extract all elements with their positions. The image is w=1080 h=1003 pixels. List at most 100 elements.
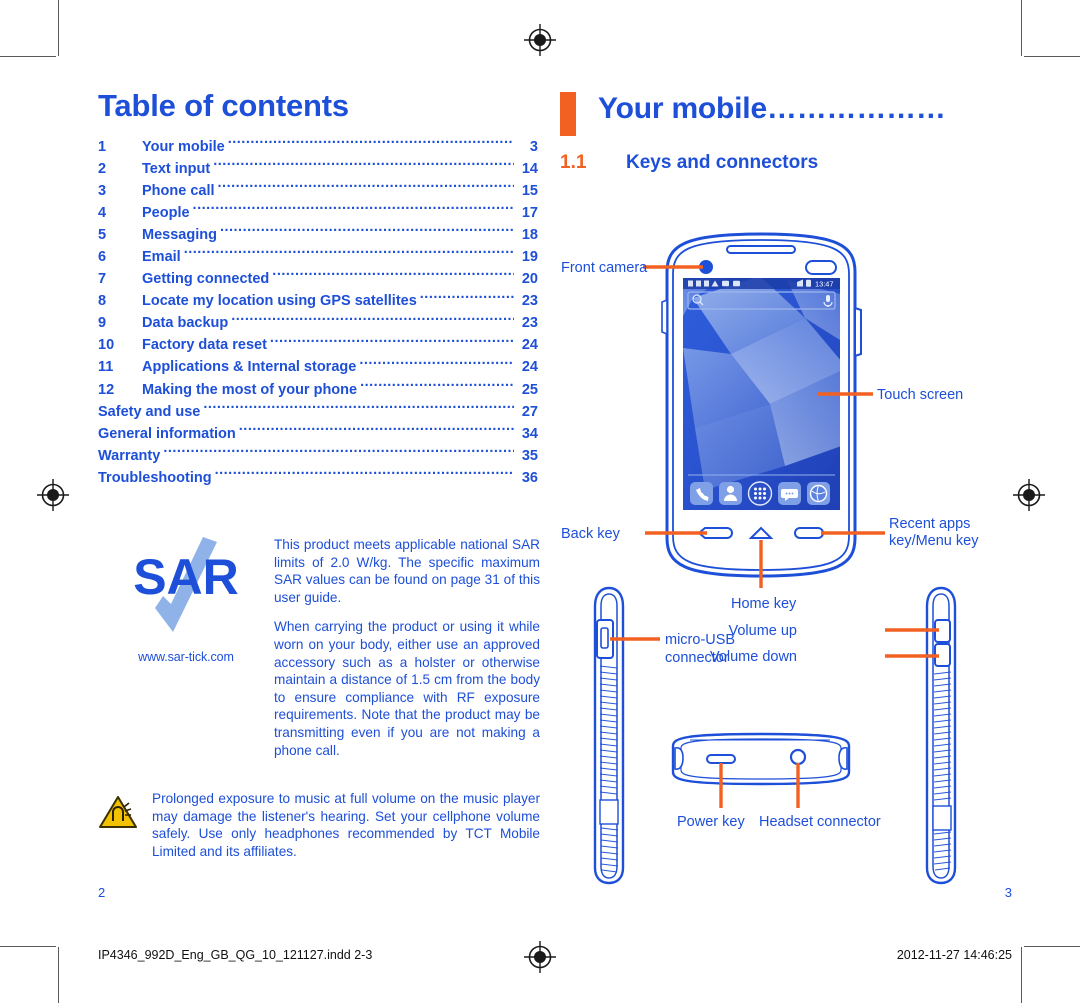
- toc-entry-page: 34: [521, 425, 538, 442]
- toc-entry-page: 3: [529, 138, 538, 155]
- toc-leader-dots: [220, 224, 514, 239]
- hearing-warning-icon: [98, 790, 142, 860]
- toc-entry[interactable]: 4 People 17: [98, 202, 538, 224]
- toc-entry-number: 3: [98, 182, 107, 199]
- callout-volume-down: Volume down: [710, 649, 797, 665]
- toc-entry-number: 4: [98, 204, 107, 221]
- section-heading: 1.1 Keys and connectors: [560, 152, 1012, 174]
- toc-leader-dots: [218, 180, 514, 195]
- toc-entry-label: Messaging: [142, 226, 217, 243]
- toc-entry[interactable]: 7 Getting connected 20: [98, 269, 538, 291]
- toc-entry[interactable]: 5 Messaging 18: [98, 224, 538, 246]
- toc-entry-number: 5: [98, 226, 107, 243]
- section-number: 1.1: [560, 152, 587, 173]
- toc-entry-label: Factory data reset: [142, 337, 267, 354]
- indesign-file-name: IP4346_992D_Eng_GB_QG_10_121127.indd 2-3: [98, 948, 373, 962]
- toc-entry-label: Your mobile: [142, 138, 225, 155]
- toc-entry[interactable]: 12 Making the most of your phone 25: [98, 379, 538, 401]
- phone-keys-connectors-diagram: 13:47 Front camera Touch screen Back key…: [555, 228, 1025, 888]
- toc-entry[interactable]: Warranty 35: [98, 445, 538, 467]
- toc-entry-page: 23: [521, 293, 538, 310]
- toc-entry-number: 7: [98, 271, 107, 288]
- toc-entry-page: 35: [521, 447, 538, 464]
- toc-entry-label: Text input: [142, 160, 211, 177]
- page-number-left: 2: [98, 885, 106, 900]
- toc-entry-page: 25: [521, 381, 538, 398]
- toc-entry-label: Warranty: [98, 447, 161, 464]
- chapter-number-bar: [560, 92, 576, 136]
- toc-entry-label: Making the most of your phone: [142, 381, 358, 398]
- recent-apps-key-icon: [794, 527, 824, 539]
- toc-leader-dots: [213, 158, 514, 173]
- toc-entry[interactable]: 8 Locate my location using GPS satellites…: [98, 291, 538, 313]
- toc-entry-number: 11: [98, 359, 114, 376]
- sar-url: www.sar-tick.com: [138, 650, 234, 664]
- proximity-sensor: [805, 260, 837, 275]
- toc-entry[interactable]: 10 Factory data reset 24: [98, 335, 538, 357]
- page-number-right: 3: [1004, 885, 1012, 900]
- toc-entry[interactable]: 2 Text input 14: [98, 158, 538, 180]
- toc-entry-label: Safety and use: [98, 403, 201, 420]
- callout-micro-usb-1: micro-USB: [665, 632, 735, 648]
- toc-entry[interactable]: 9 Data backup 23: [98, 313, 538, 335]
- page-title: Table of contents: [98, 88, 349, 123]
- crop-mark-bottom-right-h: [1024, 946, 1080, 947]
- toc-entry-page: 19: [521, 248, 538, 265]
- toc-entry[interactable]: General information 34: [98, 423, 538, 445]
- crop-mark-bottom-left-h: [0, 946, 56, 947]
- toc-entry[interactable]: 6 Email 19: [98, 246, 538, 268]
- printed-page-spread: Table of contents 1 Your mobile 3 2 Text inp…: [0, 0, 1080, 1003]
- toc-entry[interactable]: 3 Phone call 15: [98, 180, 538, 202]
- phone-left-side-view: [593, 586, 625, 885]
- crop-mark-bottom-right-v: [1021, 947, 1022, 1003]
- toc-entry-label: Applications & Internal storage: [142, 359, 357, 376]
- toc-entry[interactable]: 11 Applications & Internal storage 24: [98, 357, 538, 379]
- crop-mark-top-left-h: [0, 56, 56, 57]
- toc-entry-label: Phone call: [142, 182, 215, 199]
- toc-entry-label: General information: [98, 425, 236, 442]
- callout-headset: Headset connector: [759, 814, 881, 830]
- toc-entry-page: 27: [521, 403, 538, 420]
- toc-entry-label: Data backup: [142, 315, 229, 332]
- sar-information-block: SAR www.sar-tick.com This product meets …: [98, 532, 540, 759]
- toc-entry-label: Getting connected: [142, 271, 270, 288]
- toc-entry-number: 9: [98, 315, 107, 332]
- callout-home-key: Home key: [731, 596, 797, 612]
- toc-leader-dots: [163, 445, 514, 460]
- toc-entry-page: 24: [521, 359, 538, 376]
- toc-entry[interactable]: Troubleshooting 36: [98, 467, 538, 489]
- callout-back-key: Back key: [561, 526, 621, 542]
- contacts-icon: [719, 482, 742, 505]
- hearing-warning-text: Prolonged exposure to music at full volu…: [152, 791, 540, 859]
- toc-entry-number: 1: [98, 138, 107, 155]
- print-timestamp: 2012-11-27 14:46:25: [896, 948, 1012, 962]
- toc-entry[interactable]: Safety and use 27: [98, 401, 538, 423]
- callout-recent-apps-2: key/Menu key: [889, 533, 979, 549]
- chapter-title: Your mobile………………: [598, 92, 946, 125]
- crop-mark-top-right-h: [1024, 56, 1080, 57]
- callout-recent-apps-1: Recent apps: [889, 516, 970, 532]
- callout-front-camera: Front camera: [561, 260, 648, 276]
- toc-leader-dots: [270, 335, 514, 350]
- toc-leader-dots: [184, 246, 514, 261]
- sar-paragraph-2: When carrying the product or using it wh…: [274, 619, 540, 758]
- section-title: Keys and connectors: [626, 152, 819, 173]
- registration-mark-left: [36, 478, 70, 512]
- toc-entry-page: 15: [521, 182, 538, 199]
- toc-leader-dots: [193, 202, 514, 217]
- callout-power-key: Power key: [677, 814, 745, 830]
- sar-logo-text: SAR: [133, 549, 239, 605]
- crop-mark-top-right-v: [1021, 0, 1022, 56]
- toc-entry[interactable]: 1 Your mobile 3: [98, 136, 538, 158]
- toc-entry-label: Email: [142, 248, 181, 265]
- toc-entry-label: People: [142, 204, 190, 221]
- toc-leader-dots: [420, 291, 514, 306]
- toc-entry-page: 36: [521, 469, 538, 486]
- sar-tick-logo: SAR: [111, 534, 261, 642]
- right-page-content: Your mobile……………… 1.1 Keys and connector…: [560, 88, 1012, 178]
- toc-entry-label: Locate my location using GPS satellites: [142, 293, 417, 310]
- toc-leader-dots: [359, 357, 514, 372]
- toc-entry-number: 10: [98, 337, 115, 354]
- power-key: [706, 754, 736, 764]
- table-of-contents-list: 1 Your mobile 3 2 Text input 14 3 Phone call 15 4…: [98, 136, 538, 490]
